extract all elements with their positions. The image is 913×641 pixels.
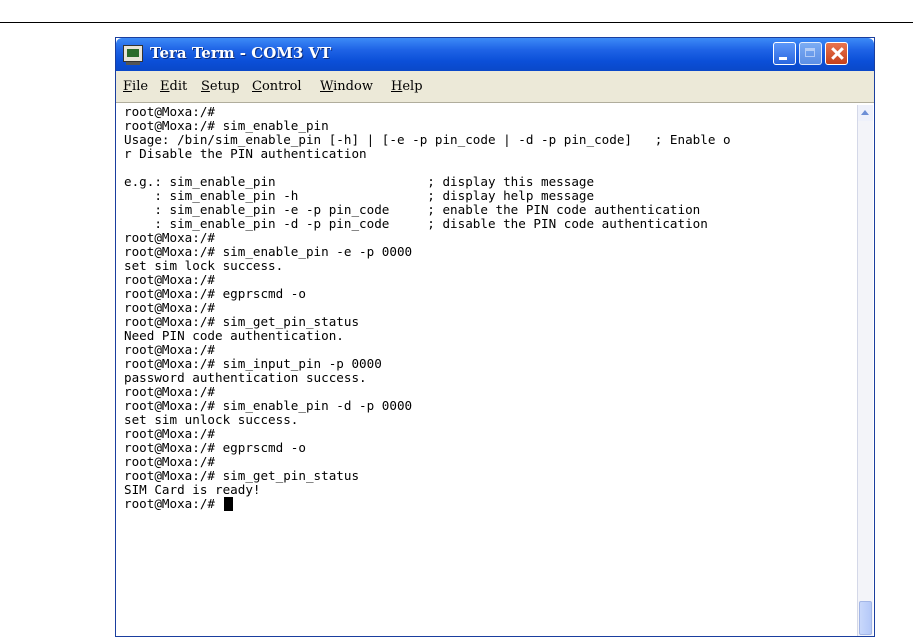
terminal-line: root@Moxa:/# sim_enable_pin -d -p 0000 [124,398,413,413]
terminal-line: root@Moxa:/# [124,230,215,245]
maximize-button[interactable] [799,42,822,65]
terminal-line: Need PIN code authentication. [124,328,344,343]
terminal-line: root@Moxa:/# [124,272,215,287]
terminal-line: Usage: /bin/sim_enable_pin [-h] | [-e -p… [124,132,731,147]
terminal-line: password authentication success. [124,370,367,385]
terminal-line: r Disable the PIN authentication [124,146,367,161]
vertical-scrollbar[interactable] [857,105,873,636]
menu-file[interactable]: File [123,79,148,94]
terminal-cursor [223,497,233,511]
tera-term-icon[interactable] [123,45,143,65]
menu-setup[interactable]: Setup [201,79,240,94]
scroll-up-arrow-icon[interactable] [858,105,873,121]
terminal-line: root@Moxa:/# [124,384,215,399]
terminal-line: root@Moxa:/# egprscmd -o [124,286,306,301]
terminal-line: : sim_enable_pin -e -p pin_code ; enable… [124,202,701,217]
terminal-line: root@Moxa:/# sim_enable_pin [124,118,329,133]
terminal-line: set sim unlock success. [124,412,299,427]
terminal-line: root@Moxa:/# sim_get_pin_status [124,314,360,329]
terminal-line: set sim lock success. [124,258,284,273]
terminal-line: root@Moxa:/# sim_enable_pin -e -p 0000 [124,244,413,259]
title-bar[interactable]: Tera Term - COM3 VT [116,38,874,71]
terminal-line: root@Moxa:/# [124,105,215,119]
close-button[interactable] [825,42,848,65]
terminal-line: : sim_enable_pin -d -p pin_code ; disabl… [124,216,708,231]
terminal-line: e.g.: sim_enable_pin ; display this mess… [124,174,595,189]
menu-help[interactable]: Help [391,79,423,94]
terminal-line: SIM Card is ready! [124,482,261,497]
menu-edit[interactable]: Edit [160,79,187,94]
menu-bar: File Edit Setup Control Window Help [116,71,874,103]
terminal-line: : sim_enable_pin -h ; display help messa… [124,188,595,203]
page-top-rule [0,22,913,23]
terminal-area[interactable]: root@Moxa:/# root@Moxa:/# sim_enable_pin U… [124,105,849,634]
terminal-line: root@Moxa:/# [124,342,215,357]
terminal-line: root@Moxa:/# sim_input_pin -p 0000 [124,356,382,371]
tera-term-window: Tera Term - COM3 VT File Edit Setup Cont… [115,37,875,637]
minimize-button[interactable] [773,42,796,65]
terminal-line: root@Moxa:/# egprscmd -o [124,440,306,455]
window-title: Tera Term - COM3 VT [150,44,332,62]
terminal-line: root@Moxa:/# [124,426,215,441]
terminal-line: root@Moxa:/# [124,454,215,469]
scroll-thumb[interactable] [859,601,872,635]
menu-control[interactable]: Control [252,79,302,94]
terminal-line: root@Moxa:/# [124,497,233,511]
terminal-line: root@Moxa:/# sim_get_pin_status [124,468,360,483]
menu-window[interactable]: Window [320,79,373,94]
terminal-line: root@Moxa:/# [124,300,215,315]
